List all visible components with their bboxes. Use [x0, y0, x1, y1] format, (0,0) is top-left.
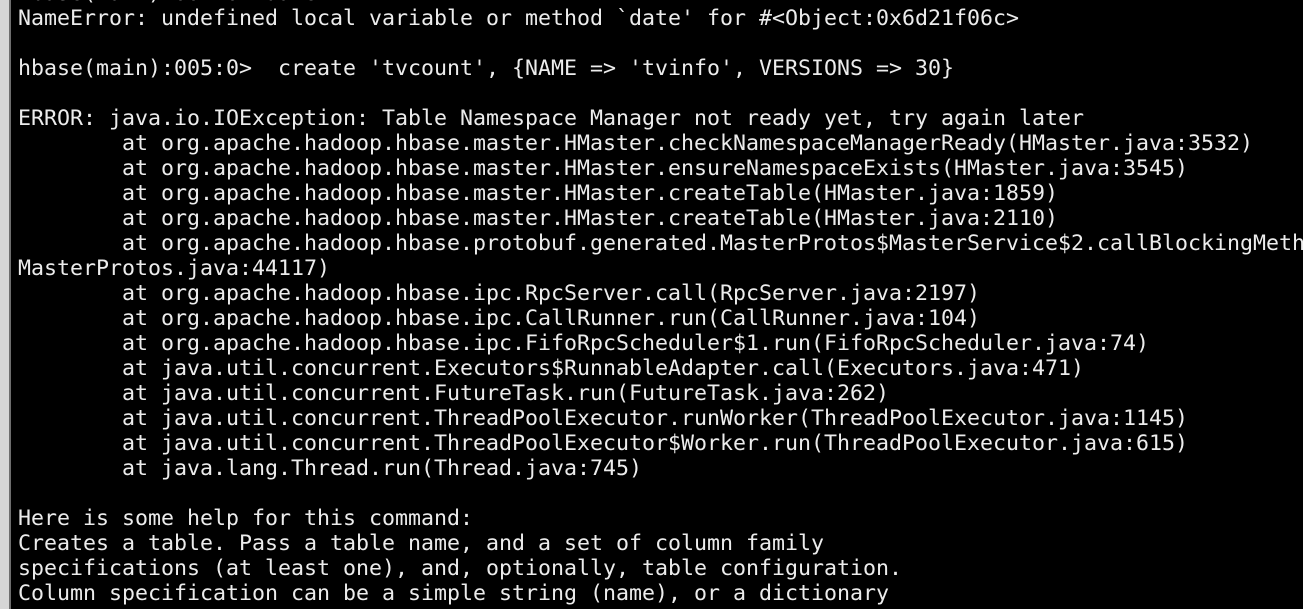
terminal-window[interactable]: hbase(main):004:0> dateNameError: undefi…	[11, 0, 1303, 609]
terminal-line: at java.util.concurrent.Executors$Runnab…	[18, 355, 1085, 381]
terminal-line: at org.apache.hadoop.hbase.master.HMaste…	[18, 205, 1059, 231]
terminal-line: MasterProtos.java:44117)	[18, 255, 331, 281]
terminal-line: at java.util.concurrent.FutureTask.run(F…	[18, 380, 890, 406]
terminal-line: Here is some help for this command:	[18, 505, 474, 531]
window-left-edge	[0, 0, 11, 609]
terminal-line: at org.apache.hadoop.hbase.ipc.FifoRpcSc…	[18, 330, 1150, 356]
terminal-line: Column specification can be a simple str…	[18, 580, 890, 606]
terminal-output: hbase(main):004:0> dateNameError: undefi…	[18, 0, 1303, 606]
terminal-line: at org.apache.hadoop.hbase.ipc.RpcServer…	[18, 280, 981, 306]
terminal-line: specifications (at least one), and, opti…	[18, 555, 903, 581]
terminal-line: at org.apache.hadoop.hbase.ipc.CallRunne…	[18, 305, 981, 331]
terminal-line: NameError: undefined local variable or m…	[18, 5, 1020, 31]
terminal-line: ERROR: java.io.IOException: Table Namesp…	[18, 105, 1085, 131]
terminal-line: at java.lang.Thread.run(Thread.java:745)	[18, 455, 643, 481]
terminal-line: hbase(main):005:0> create 'tvcount', {NA…	[18, 55, 955, 81]
terminal-line: at org.apache.hadoop.hbase.master.HMaste…	[18, 180, 1059, 206]
terminal-line: at java.util.concurrent.ThreadPoolExecut…	[18, 405, 1189, 431]
terminal-line: at java.util.concurrent.ThreadPoolExecut…	[18, 430, 1189, 456]
terminal-line: Creates a table. Pass a table name, and …	[18, 530, 825, 556]
terminal-line: at org.apache.hadoop.hbase.protobuf.gene…	[18, 230, 1303, 256]
terminal-line: at org.apache.hadoop.hbase.master.HMaste…	[18, 155, 1189, 181]
terminal-line: at org.apache.hadoop.hbase.master.HMaste…	[18, 130, 1254, 156]
